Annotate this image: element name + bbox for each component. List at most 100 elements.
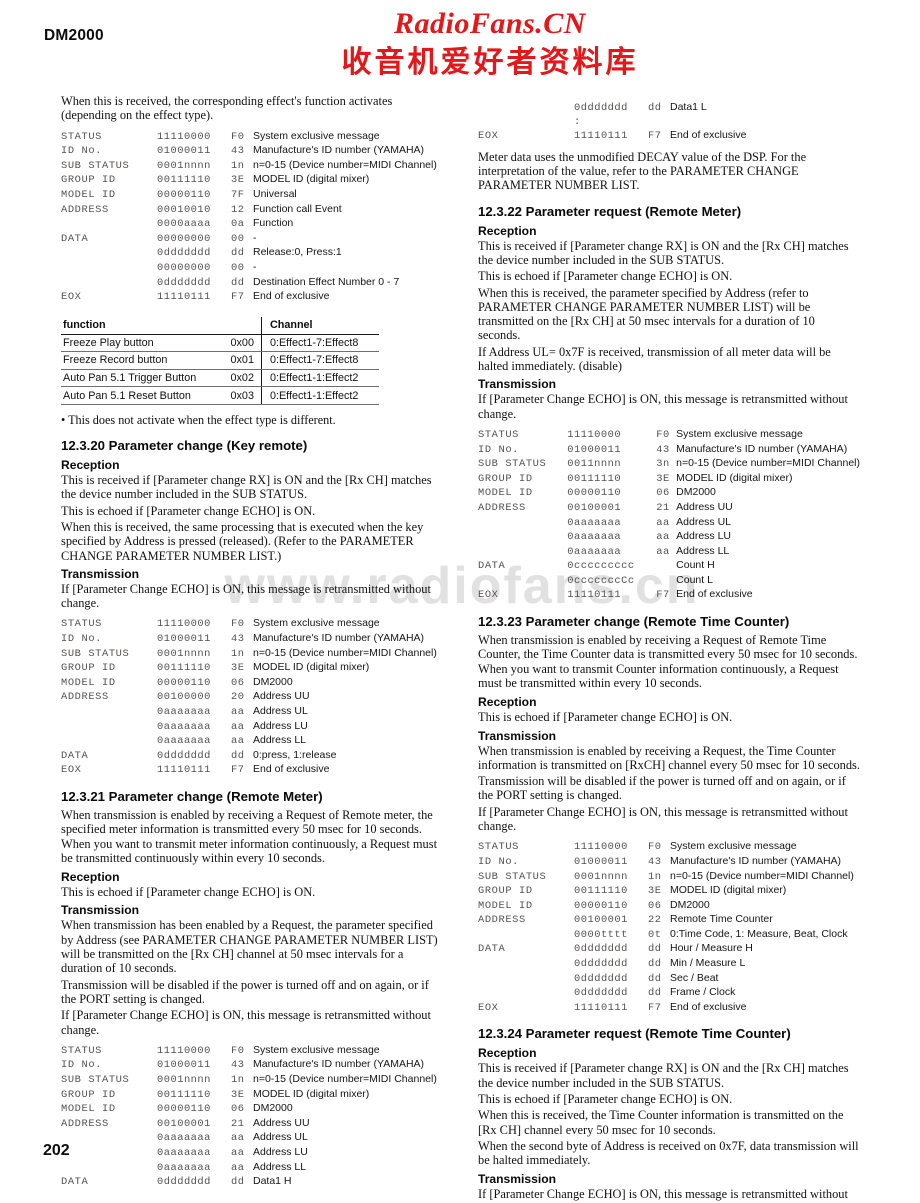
byte-label [61, 705, 157, 720]
byte-label: GROUP ID [478, 885, 533, 898]
byte-label: STATUS [478, 428, 520, 441]
byte-desc: Address UU [676, 500, 733, 513]
byte-label: DATA [478, 560, 506, 573]
byte-label [61, 734, 157, 749]
transmission-paragraph: Transmission will be disabled if the pow… [478, 774, 846, 803]
column-header-channel: Channel [260, 316, 379, 335]
stamp-latin-text: RadioFans.CN [394, 7, 586, 40]
byte-hex: aa [231, 1132, 245, 1145]
table-row: DATA 0ddddddd dd 0:press, 1:release [61, 749, 443, 764]
transmission-paragraph: If [Parameter Change ECHO] is ON, this m… [478, 392, 848, 421]
byte-label: GROUP ID [61, 174, 116, 187]
byte-label [61, 720, 157, 735]
table-row: 0ddddddd dd Min / Measure L [478, 957, 860, 972]
transmission-subheading: Transmission [61, 903, 139, 918]
table-row: 0aaaaaaa aa Address UL [61, 705, 443, 720]
byte-hex: dd [648, 102, 662, 114]
byte-desc: Address LU [253, 719, 308, 732]
byte-desc: n=0-15 (Device number=MIDI Channel) [253, 1072, 437, 1085]
reception-paragraph: This is received if [Parameter change RX… [478, 1061, 849, 1090]
byte-desc: Remote Time Counter [670, 913, 773, 926]
byte-label: DATA [478, 943, 506, 956]
byte-desc: System exclusive message [676, 427, 803, 440]
byte-label [478, 101, 574, 116]
table-row: Auto Pan 5.1 Trigger Button 0x02 0:Effec… [61, 369, 379, 388]
table-row: 0aaaaaaa aa Address UL [61, 1131, 443, 1146]
table-row: GROUP ID 00111110 3E MODEL ID (digital mixe… [61, 1088, 443, 1103]
table-row: STATUS 11110000 F0 System exclusive message [478, 840, 860, 855]
byte-bits: : [574, 115, 581, 128]
byte-label: DATA [61, 232, 89, 245]
byte-label: EOX [61, 291, 82, 304]
transmission-paragraph: When transmission is enabled by receivin… [478, 743, 860, 772]
byte-hex: 3E [231, 662, 245, 675]
byte-bits: 11110000 [567, 428, 622, 441]
page-number: 202 [43, 1142, 70, 1159]
intro-paragraph: When this is received, the corresponding… [61, 94, 393, 123]
byte-bits: 0aaaaaaa [157, 1132, 211, 1145]
byte-label: MODEL ID [61, 1103, 116, 1116]
byte-label: ID No. [61, 145, 103, 158]
table-row: ID No. 01000011 43 Manufacture's ID number … [478, 855, 860, 870]
byte-hex: F7 [231, 764, 245, 777]
byte-desc: DM2000 [253, 1102, 293, 1115]
function-table-body: Freeze Play button 0x00 0:Effect1-7:Effe… [61, 334, 379, 406]
byte-desc: Address UU [253, 1116, 310, 1129]
byte-hex: 1n [231, 159, 245, 172]
byte-desc: - [253, 260, 257, 273]
byte-desc: Manufacture's ID number (YAMAHA) [253, 632, 425, 644]
byte-bits: 0000tttt [574, 928, 628, 941]
byte-bits: 00000110 [567, 487, 622, 500]
byte-bits: 0001nnnn [574, 870, 628, 883]
document-page: DM2000 RadioFans.CN 收音机爱好者资料库 www.radiof… [0, 0, 920, 1201]
byte-label: DATA [61, 1176, 89, 1189]
table-row: GROUP ID 00111110 3E MODEL ID (digital mixe… [478, 884, 860, 899]
byte-bits: 01000011 [157, 633, 211, 645]
byte-label [61, 276, 157, 291]
byte-desc: Manufacture's ID number (YAMAHA) [253, 1058, 425, 1071]
midi-table-body: STATUS 11110000 F0 System exclusive message… [478, 428, 860, 603]
byte-bits: 0ddddddd [157, 749, 211, 762]
table-row: DATA 0ddddddd dd Data1 H [61, 1175, 443, 1190]
byte-hex: dd [648, 958, 662, 971]
byte-desc: System exclusive message [253, 1043, 380, 1056]
function-name: Freeze Record button [61, 351, 224, 370]
byte-desc: Data1 L [670, 101, 707, 113]
byte-hex: 21 [656, 501, 670, 514]
function-address: 0x01 [223, 351, 262, 370]
byte-desc: n=0-15 (Device number=MIDI Channel) [670, 869, 854, 882]
byte-label [478, 972, 574, 987]
table-row: ADDRESS 00100001 21 Address UU [61, 1117, 443, 1132]
table-row: ID No. 01000011 43 Manufacture's ID number … [61, 632, 443, 647]
byte-bits: 00100001 [567, 501, 622, 514]
byte-label [478, 516, 567, 531]
byte-desc: Address UL [676, 515, 732, 528]
byte-label [61, 1131, 157, 1146]
byte-hex: 1n [648, 870, 662, 883]
byte-hex: F7 [231, 291, 245, 304]
byte-hex: dd [231, 749, 245, 762]
byte-hex: aa [656, 516, 670, 529]
function-channel: 0:Effect1-1:Effect2 [260, 369, 379, 388]
table-row: 0cccccccCc Count L [478, 574, 860, 589]
table-row: EOX 11110111 F7 End of exclusive [61, 290, 443, 305]
byte-desc: Data1 H [253, 1175, 292, 1188]
function-channel-table: function Channel Freeze Play button 0x00… [61, 316, 379, 406]
byte-label: ID No. [478, 855, 520, 868]
transmission-subheading: Transmission [478, 377, 556, 392]
byte-hex [656, 574, 676, 589]
byte-label: MODEL ID [61, 188, 116, 201]
byte-hex: dd [648, 987, 662, 1000]
byte-hex: aa [656, 531, 670, 544]
byte-label: EOX [478, 130, 499, 143]
byte-bits: 0001nnnn [157, 1073, 211, 1086]
table-row: 0aaaaaaa aa Address LU [478, 530, 860, 545]
table-row: MODEL ID 00000110 06 DM2000 [478, 899, 860, 914]
byte-desc: Hour / Measure H [670, 942, 753, 955]
stamp-cjk-text: 收音机爱好者资料库 [341, 44, 639, 80]
reception-paragraph: This is received if [Parameter change RX… [61, 473, 432, 502]
function-name: Auto Pan 5.1 Reset Button [61, 386, 224, 406]
byte-label: ADDRESS [478, 501, 526, 514]
byte-hex: F0 [231, 618, 245, 631]
midi-table-body: STATUS 11110000 F0 System exclusive message… [61, 617, 443, 778]
